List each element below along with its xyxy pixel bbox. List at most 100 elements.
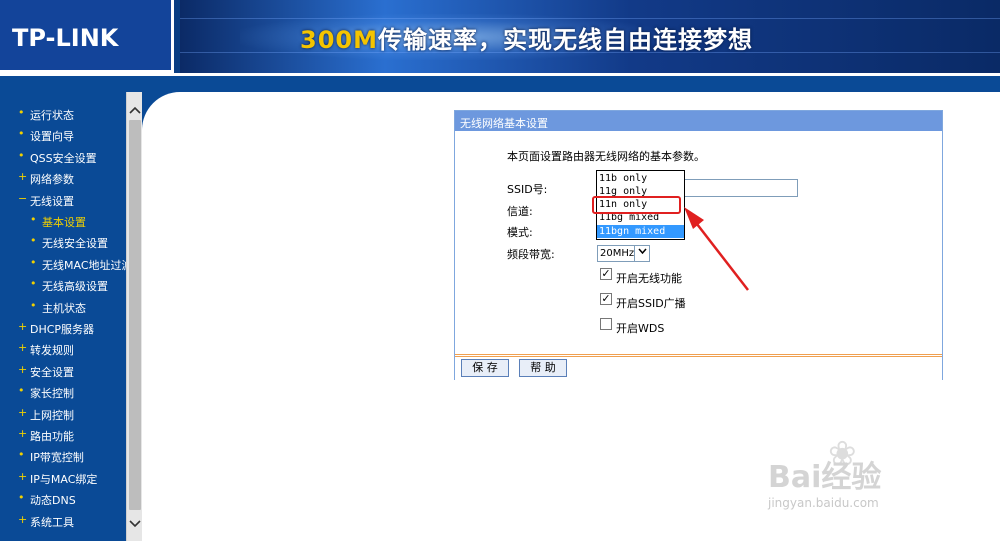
sidebar-item[interactable]: + 系统工具 (0, 512, 126, 533)
mode-label: 模式: (507, 226, 533, 239)
help-button[interactable]: 帮 助 (519, 359, 567, 377)
sidebar-item-label: 主机状态 (42, 301, 86, 315)
sidebar-item-label: 动态DNS (30, 494, 76, 508)
slogan-text: 传输速率，实现无线自由连接梦想 (377, 26, 753, 54)
annotation-highlight-box (592, 196, 681, 214)
collapse-icon: − (18, 191, 28, 205)
panel-title: 无线网络基本设置 (455, 111, 942, 131)
enable-wireless-label: 开启无线功能 (616, 272, 682, 285)
wireless-basic-settings-panel: 无线网络基本设置 本页面设置路由器无线网络的基本参数。 SSID号: 信道: 模… (454, 110, 943, 380)
sidebar-item-label: 无线高级设置 (42, 280, 108, 294)
expand-icon: + (18, 405, 28, 419)
slogan-number: 300M (300, 26, 378, 54)
sidebar-item-label: IP带宽控制 (30, 451, 84, 465)
banner-slogan: 300M传输速率，实现无线自由连接梦想 (300, 20, 753, 55)
bullet-icon: • (18, 127, 25, 141)
sidebar-item[interactable]: + IP与MAC绑定 (0, 469, 126, 490)
bullet-icon: • (30, 234, 37, 248)
sidebar-item[interactable]: • 基本设置 (0, 212, 126, 233)
mode-option-selected[interactable]: 11bgn mixed (597, 225, 684, 238)
sidebar-item[interactable]: • QSS安全设置 (0, 148, 126, 169)
sidebar-item-label: 设置向导 (30, 130, 74, 144)
sidebar-item-label: 无线设置 (30, 194, 74, 208)
sidebar-item[interactable]: • 动态DNS (0, 490, 126, 511)
bullet-icon: • (18, 384, 25, 398)
enable-ssid-broadcast-checkbox[interactable]: ✓ (600, 293, 612, 305)
sidebar-item[interactable]: • 运行状态 (0, 105, 126, 126)
banner: 300M传输速率，实现无线自由连接梦想 (180, 0, 1000, 73)
watermark-url: jingyan.baidu.com (768, 496, 879, 510)
sidebar-item[interactable]: • 主机状态 (0, 298, 126, 319)
scrollbar-thumb[interactable] (129, 120, 141, 510)
expand-icon: + (18, 170, 28, 184)
sidebar-item-label: IP与MAC绑定 (30, 472, 98, 486)
mode-option[interactable]: 11b only (597, 172, 684, 185)
sidebar-item-label: 基本设置 (42, 216, 86, 229)
save-button[interactable]: 保 存 (461, 359, 509, 377)
bandwidth-select[interactable]: 20MHz (597, 245, 650, 262)
sidebar-item-label: 路由功能 (30, 430, 74, 443)
enable-wds-checkbox[interactable] (600, 318, 612, 330)
enable-ssid-broadcast-label: 开启SSID广播 (616, 297, 686, 310)
checkmark-icon: ✓ (601, 292, 611, 305)
sidebar-item[interactable]: + DHCP服务器 (0, 319, 126, 340)
checkmark-icon: ✓ (601, 267, 611, 280)
enable-wireless-checkbox[interactable]: ✓ (600, 268, 612, 280)
sidebar-item[interactable]: + 转发规则 (0, 340, 126, 361)
baidu-jingyan-watermark: ❀ Bai经验 jingyan.baidu.com (768, 434, 948, 520)
ssid-input[interactable] (679, 179, 798, 197)
expand-icon: + (18, 427, 28, 440)
sidebar-item[interactable]: • 无线安全设置 (0, 233, 126, 254)
ssid-label: SSID号: (507, 183, 548, 196)
expand-icon: + (18, 512, 28, 526)
sidebar-item-label: 无线安全设置 (42, 237, 108, 251)
channel-label: 信道: (507, 205, 533, 218)
sidebar-item[interactable]: • 家长控制 (0, 383, 126, 404)
expand-icon: + (18, 362, 28, 376)
sidebar-item[interactable]: + 路由功能 (0, 426, 126, 447)
bullet-icon: • (30, 213, 37, 226)
sidebar-item-label: 上网控制 (30, 408, 74, 422)
scroll-down-icon[interactable] (127, 518, 143, 536)
watermark-logo: Bai经验 (768, 460, 882, 495)
bullet-icon: • (30, 255, 37, 269)
bullet-icon: • (18, 148, 25, 162)
sidebar-item-label: 系统工具 (30, 515, 74, 529)
bandwidth-value: 20MHz (600, 248, 635, 259)
sidebar-item[interactable]: • 设置向导 (0, 126, 126, 147)
enable-wds-label: 开启WDS (616, 322, 665, 335)
header-bar (0, 76, 1000, 92)
bullet-icon: • (30, 277, 37, 291)
sidebar-item[interactable]: + 安全设置 (0, 362, 126, 383)
expand-icon: + (18, 469, 28, 483)
expand-icon: + (18, 320, 28, 333)
logo-text: TP-LINK (12, 24, 119, 52)
sidebar-item[interactable]: + 上网控制 (0, 405, 126, 426)
sidebar-item-label: 无线MAC地址过滤 (42, 258, 126, 272)
expand-icon: + (18, 341, 28, 355)
sidebar-item[interactable]: • 无线高级设置 (0, 276, 126, 297)
sidebar-item[interactable]: − 无线设置 (0, 191, 126, 212)
sidebar-item[interactable]: • 无线MAC地址过滤 (0, 255, 126, 276)
chevron-down-icon[interactable] (634, 246, 649, 261)
sidebar-item-label: 家长控制 (30, 387, 74, 401)
sidebar-item[interactable]: • IP带宽控制 (0, 447, 126, 468)
sidebar-nav: • 运行状态 • 设置向导 • QSS安全设置 + 网络参数 − 无线设置 • 基本设置 • 无线安全设置… (0, 92, 126, 541)
bullet-icon: • (18, 491, 25, 505)
sidebar-scrollbar[interactable] (126, 92, 142, 541)
sidebar-item-label: QSS安全设置 (30, 151, 97, 165)
bullet-icon: • (30, 298, 37, 312)
sidebar-item-label: 网络参数 (30, 173, 74, 187)
header: TP-LINK 300M传输速率，实现无线自由连接梦想 (0, 0, 1000, 80)
sidebar-item-label: 转发规则 (30, 344, 74, 358)
sidebar-item[interactable]: + 网络参数 (0, 169, 126, 190)
sidebar-item-label: 安全设置 (30, 365, 74, 379)
panel-description: 本页面设置路由器无线网络的基本参数。 (507, 150, 705, 163)
sidebar-item-label: DHCP服务器 (30, 323, 95, 336)
panel-body: 本页面设置路由器无线网络的基本参数。 SSID号: 信道: 模式: 频段带宽: (455, 131, 942, 355)
sidebar-item-label: 运行状态 (30, 109, 74, 122)
tp-link-logo: TP-LINK (0, 0, 174, 73)
bandwidth-label: 频段带宽: (507, 248, 555, 261)
bullet-icon: • (18, 106, 25, 119)
bullet-icon: • (18, 448, 25, 462)
